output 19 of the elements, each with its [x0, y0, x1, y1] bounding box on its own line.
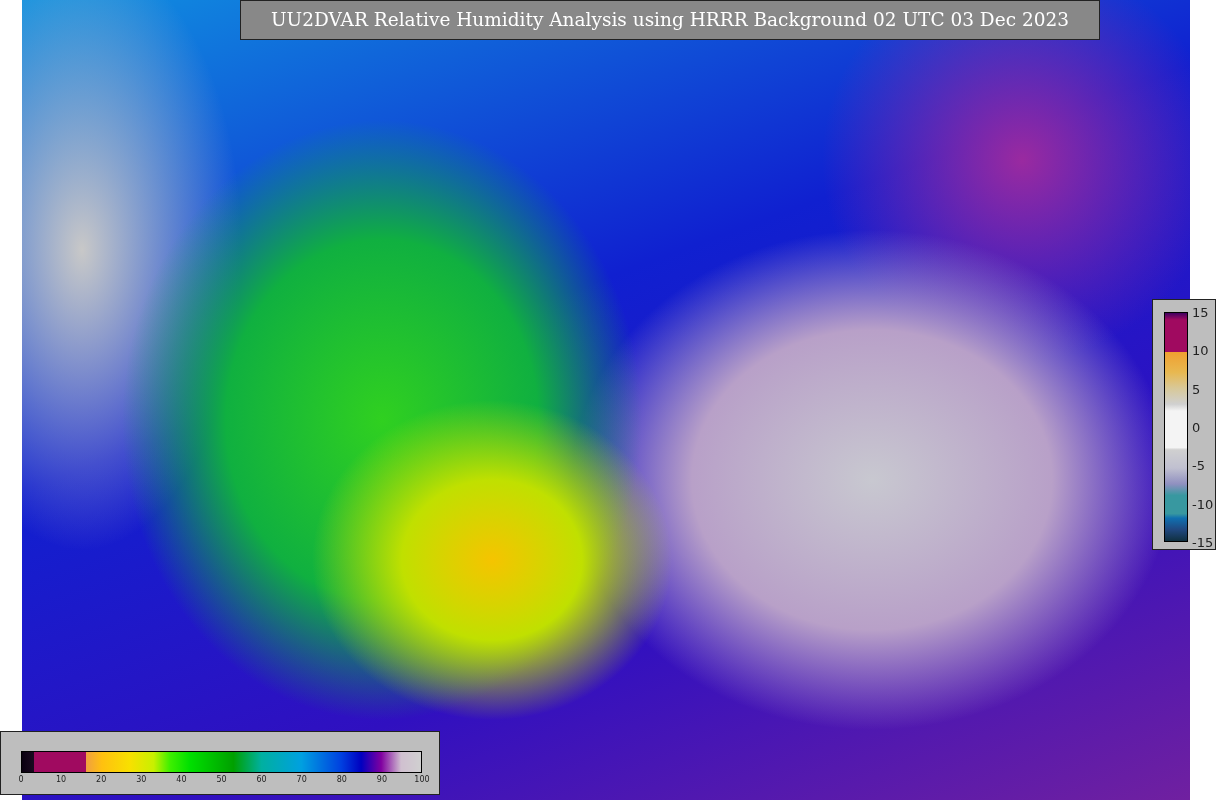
scale-label: 0	[1192, 419, 1201, 435]
scale-label: 5	[1192, 381, 1201, 397]
map-title: UU2DVAR Relative Humidity Analysis using HRRR Background 02 UTC 03 Dec 2023	[240, 0, 1100, 40]
scale-label: 10	[56, 775, 67, 784]
scale-label: 50	[216, 775, 227, 784]
scale-label: -15	[1192, 534, 1214, 550]
scale-label: 40	[176, 775, 187, 784]
scale-label: 15	[1192, 304, 1209, 320]
scale-label: 10	[1192, 342, 1209, 358]
scale-label: 0	[18, 775, 24, 784]
scale-label: -10	[1192, 496, 1214, 512]
scale-label: 70	[296, 775, 307, 784]
scale-label: 20	[96, 775, 107, 784]
scale-label: 80	[336, 775, 347, 784]
scale-label: 30	[136, 775, 147, 784]
scale-label: 60	[256, 775, 267, 784]
scale-label: 90	[376, 775, 387, 784]
scale-label: 100	[414, 775, 430, 784]
scale-label: -5	[1192, 457, 1205, 473]
